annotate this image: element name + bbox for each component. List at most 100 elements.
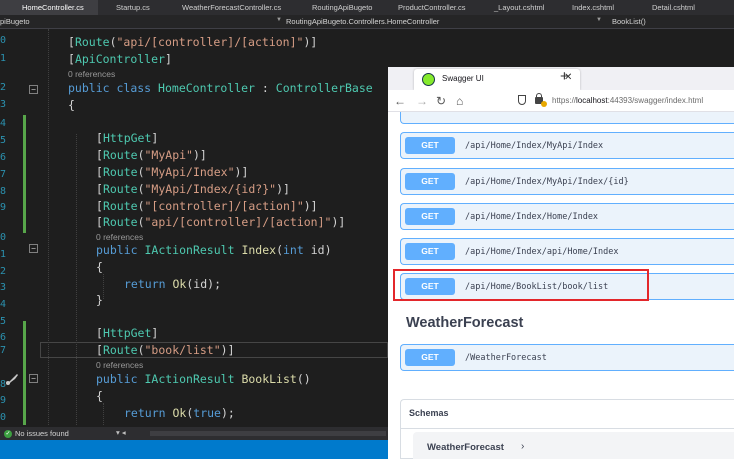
line-number: 2 xyxy=(0,266,7,277)
code-line: [Route("api/[controller]/[action]")] xyxy=(96,215,346,229)
check-circle-icon: ✓ xyxy=(4,429,12,438)
indent-guide xyxy=(48,29,49,425)
issues-label: No issues found xyxy=(15,429,69,438)
address-bar[interactable]: https://localhost:44393/swagger/index.ht… xyxy=(552,96,703,105)
code-token: public xyxy=(96,372,138,386)
chevron-down-icon[interactable]: ▼ xyxy=(596,17,602,23)
browser-tab-swagger[interactable]: Swagger UI ✕ xyxy=(414,69,580,90)
line-number: 6 xyxy=(0,332,7,343)
tab-layout[interactable]: _Layout.cshtml xyxy=(482,0,562,15)
line-number: 1 xyxy=(0,249,7,260)
swagger-logo-icon xyxy=(422,73,435,86)
tab-homecontroller[interactable]: HomeController.cs xyxy=(0,0,98,15)
code-line: [Route("[controller]/[action]")] xyxy=(96,199,318,213)
code-line: [HttpGet] xyxy=(96,131,159,145)
collapse-icon[interactable]: − xyxy=(29,85,38,94)
code-line: { xyxy=(96,389,103,403)
issues-indicator[interactable]: ✓ No issues found xyxy=(4,429,69,438)
brush-dropdown-icon[interactable]: ▾ ◂ xyxy=(116,428,126,437)
section-title-weatherforecast[interactable]: WeatherForecast xyxy=(406,315,523,331)
tab-index-cshtml[interactable]: Index.cshtml xyxy=(562,0,642,15)
line-number: 6 xyxy=(0,152,7,163)
operation-path: /api/Home/Index/MyApi/Index xyxy=(465,140,604,151)
code-line: { xyxy=(68,98,75,112)
operation-get-myapi-index[interactable]: GET /api/Home/Index/MyApi/Index xyxy=(400,132,734,159)
line-number: 1 xyxy=(0,53,7,64)
browser-toolbar: ← → ↻ ⌂ https://localhost:44393/swagger/… xyxy=(388,90,734,112)
horizontal-scrollbar[interactable] xyxy=(150,431,386,436)
code-line: [HttpGet] xyxy=(96,326,159,340)
code-token: Route xyxy=(102,199,138,213)
warning-icon xyxy=(541,101,547,107)
code-editor[interactable]: [Route("api/[controller]/[action]")] [Ap… xyxy=(40,29,390,425)
operation-get-myapi-index-id[interactable]: GET /api/Home/Index/MyApi/Index/{id} xyxy=(400,168,734,195)
method-badge: GET xyxy=(405,208,455,225)
schema-model-row[interactable]: WeatherForecast › xyxy=(413,432,734,459)
change-indicator xyxy=(23,321,26,425)
code-token: Ok xyxy=(172,277,187,291)
browser-tab-title: Swagger UI xyxy=(442,74,484,83)
code-line: [Route("book/list")] xyxy=(96,343,235,357)
code-token: HomeController xyxy=(158,81,255,95)
method-badge: GET xyxy=(405,173,455,190)
editor-status-bar: ✓ No issues found ▾ ◂ xyxy=(0,427,388,440)
editor-tab-bar: HomeController.cs Startup.cs WeatherFore… xyxy=(0,0,734,15)
code-token: ControllerBase xyxy=(275,81,373,95)
code-token: "api/[controller]/[action]" xyxy=(116,35,304,49)
operation-get-api-home-index[interactable]: GET /api/Home/Index/api/Home/Index xyxy=(400,238,734,265)
code-token: "MyApi/Index" xyxy=(144,165,235,179)
code-token: HttpGet xyxy=(102,326,152,340)
tab-routingapibugeto[interactable]: RoutingApiBugeto xyxy=(294,0,384,15)
operation-row-partial[interactable] xyxy=(400,112,734,124)
code-token: id xyxy=(193,277,208,291)
code-token: HttpGet xyxy=(102,131,152,145)
collapse-icon[interactable]: − xyxy=(29,374,38,383)
shield-icon[interactable] xyxy=(518,95,526,105)
line-number: 0 xyxy=(0,35,7,46)
code-token: IActionResult xyxy=(144,372,235,386)
code-token: Route xyxy=(102,215,138,229)
back-arrow-icon[interactable]: ← xyxy=(394,94,406,108)
code-token: "MyApi" xyxy=(144,148,193,162)
line-number: 3 xyxy=(0,99,7,110)
tab-startup[interactable]: Startup.cs xyxy=(98,0,164,15)
operation-path: /api/Home/Index/Home/Index xyxy=(465,211,599,222)
code-token: Index xyxy=(241,243,277,257)
home-icon[interactable]: ⌂ xyxy=(456,94,463,108)
tab-detail-cshtml[interactable]: Detail.cshtml xyxy=(642,0,734,15)
operation-get-weatherforecast[interactable]: GET /WeatherForecast xyxy=(400,344,734,371)
code-token: "api/[controller]/[action]" xyxy=(144,215,332,229)
browser-tab-bar: Swagger UI ✕ + xyxy=(388,67,734,90)
method-badge: GET xyxy=(405,243,455,260)
tab-weatherforecastcontroller[interactable]: WeatherForecastController.cs xyxy=(164,0,294,15)
quick-actions-brush-icon[interactable] xyxy=(5,372,19,386)
tab-productcontroller[interactable]: ProductController.cs xyxy=(384,0,482,15)
codelens-references[interactable]: 0 references xyxy=(68,69,115,79)
code-token: "book/list" xyxy=(144,343,221,357)
code-token: Route xyxy=(102,148,138,162)
codelens-references[interactable]: 0 references xyxy=(96,232,143,242)
project-dropdown[interactable]: piBugeto xyxy=(0,17,30,26)
code-token: BookList xyxy=(241,372,297,386)
code-token: "[controller]/[action]" xyxy=(144,199,304,213)
collapse-icon[interactable]: − xyxy=(29,244,38,253)
code-line: [Route("MyApi/Index")] xyxy=(96,165,249,179)
indent-guide xyxy=(76,134,77,425)
line-number-gutter: 0 1 2 3 4 5 6 7 8 9 0 1 2 3 4 5 6 7 8 9 … xyxy=(0,29,40,425)
code-token: return xyxy=(124,406,166,420)
code-line: public IActionResult Index(int id) xyxy=(96,243,332,257)
reload-icon[interactable]: ↻ xyxy=(436,94,446,108)
line-number: 0 xyxy=(0,412,7,423)
line-number: 7 xyxy=(0,169,7,180)
member-dropdown[interactable]: BookList() xyxy=(612,17,646,26)
class-dropdown[interactable]: RoutingApiBugeto.Controllers.HomeControl… xyxy=(286,17,439,26)
operation-get-home-index[interactable]: GET /api/Home/Index/Home/Index xyxy=(400,203,734,230)
new-tab-icon[interactable]: + xyxy=(560,68,569,85)
codelens-references[interactable]: 0 references xyxy=(96,360,143,370)
code-token: "MyApi/Index/{id?}" xyxy=(144,182,277,196)
schemas-title[interactable]: Schemas xyxy=(409,408,449,418)
forward-arrow-icon[interactable]: → xyxy=(416,94,428,108)
highlight-box xyxy=(393,269,649,301)
code-token: return xyxy=(124,277,166,291)
chevron-down-icon[interactable]: ▼ xyxy=(276,17,282,23)
